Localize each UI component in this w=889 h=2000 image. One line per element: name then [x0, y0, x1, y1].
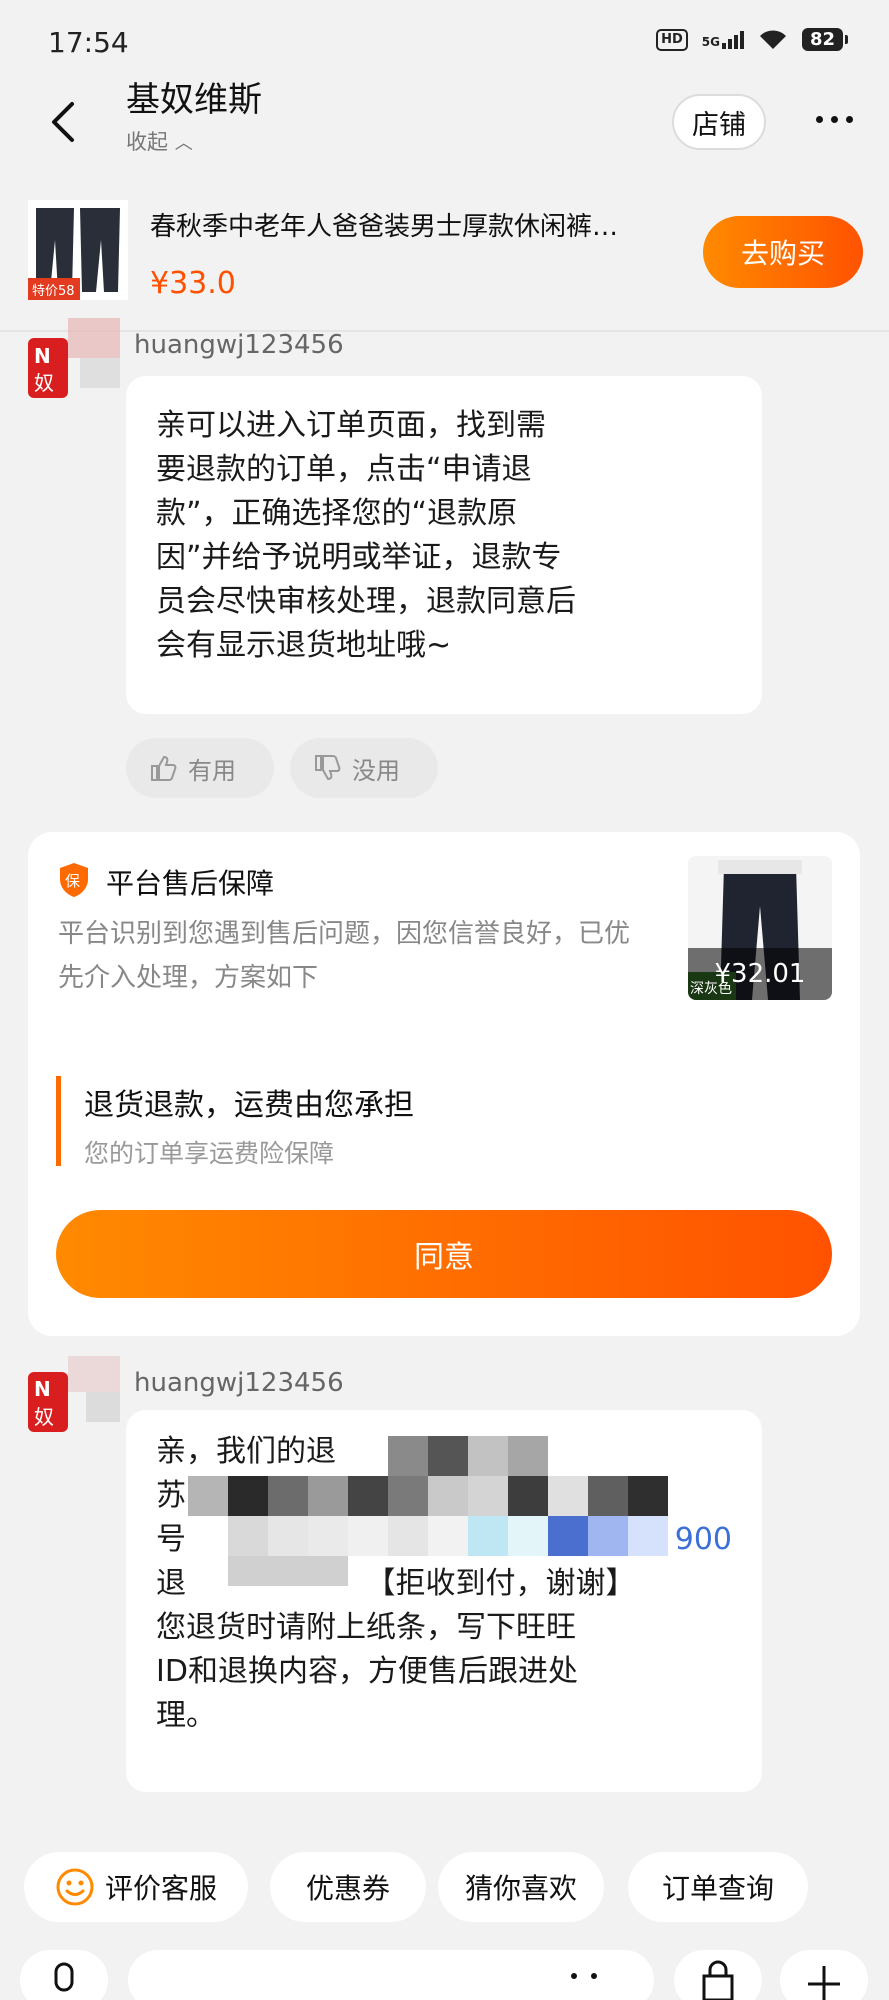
- quick-rate-service[interactable]: 评价客服: [24, 1852, 248, 1922]
- sender-name: huangwj123456: [134, 1368, 344, 1398]
- more-icon[interactable]: [816, 116, 853, 123]
- message-line: 要退款的订单，点击“申请退: [156, 452, 532, 487]
- quick-recommend[interactable]: 猜你喜欢: [438, 1852, 604, 1922]
- battery-icon: 82: [801, 28, 849, 51]
- message-line: 因”并给予说明或举证，退款专: [156, 540, 562, 575]
- svg-text:保: 保: [65, 872, 80, 890]
- message-line: 会有显示退货地址哦~: [156, 628, 452, 663]
- quick-label: 猜你喜欢: [464, 1872, 577, 1905]
- smile-icon: [56, 1868, 94, 1906]
- plus-icon: [808, 1966, 840, 2000]
- message-fragment: 号: [156, 1522, 186, 1557]
- buy-button[interactable]: 去购买: [703, 216, 863, 288]
- quick-label: 订单查询: [661, 1872, 774, 1905]
- item-tag: 深灰色: [690, 981, 732, 997]
- shield-icon: 保: [60, 863, 88, 897]
- card-title: 平台售后保障: [106, 867, 275, 900]
- voice-button[interactable]: [20, 1950, 108, 2000]
- collapse-toggle[interactable]: 收起 ︿: [126, 126, 193, 156]
- cart-button[interactable]: [674, 1950, 762, 2000]
- quick-coupons[interactable]: 优惠券: [270, 1852, 426, 1922]
- sender-name: huangwj123456: [134, 330, 344, 360]
- plus-button[interactable]: [780, 1950, 868, 2000]
- svg-text:N: N: [34, 344, 51, 368]
- message-input[interactable]: [128, 1950, 654, 2000]
- useful-label: 有用: [188, 756, 236, 785]
- message-fragment: 退: [156, 1566, 186, 1601]
- plan-subtitle: 您的订单享运费险保障: [84, 1139, 335, 1168]
- svg-text:奴: 奴: [34, 1405, 54, 1429]
- avatar[interactable]: N 奴: [28, 1356, 120, 1432]
- bag-icon: [702, 1960, 734, 2000]
- product-name[interactable]: 春秋季中老年人爸爸装男士厚款休闲裤…: [150, 206, 710, 243]
- thumbs-up-icon: [151, 755, 177, 781]
- avatar[interactable]: N 奴: [28, 318, 120, 398]
- message-line: ID和退换内容，方便售后跟进处: [156, 1654, 578, 1689]
- hd-icon: HD: [656, 28, 688, 51]
- item-image[interactable]: ¥32.01 深灰色: [688, 856, 832, 1000]
- chevron-up-icon: ︿: [174, 133, 193, 154]
- thumb-badge: 特价58: [32, 284, 75, 299]
- message-bubble: 亲可以进入订单页面，找到需 要退款的订单，点击“申请退 款”，正确选择您的“退款…: [126, 376, 762, 714]
- thumbs-down-icon: [315, 755, 341, 781]
- redaction-mosaic: [188, 1436, 708, 1586]
- svg-text:N: N: [34, 1377, 51, 1401]
- network-label: 5G: [701, 34, 720, 49]
- message-line: 员会尽快审核处理，退款同意后: [156, 584, 576, 619]
- collapse-label: 收起: [126, 130, 168, 154]
- svg-text:奴: 奴: [34, 371, 54, 395]
- status-icons: HD 5G 82: [656, 28, 849, 51]
- product-thumbnail[interactable]: 特价58: [28, 200, 128, 300]
- product-price: ¥33.0: [150, 266, 236, 301]
- shop-name: 基奴维斯: [126, 80, 262, 120]
- message-line: 款”，正确选择您的“退款原: [156, 496, 518, 531]
- useless-button[interactable]: 没用: [290, 738, 438, 798]
- message-line: 亲可以进入订单页面，找到需: [156, 408, 546, 443]
- signal-icon: 5G: [701, 30, 744, 49]
- quick-order-query[interactable]: 订单查询: [628, 1852, 808, 1922]
- message-line: 您退货时请附上纸条，写下旺旺: [156, 1610, 576, 1645]
- useful-button[interactable]: 有用: [126, 738, 274, 798]
- status-time: 17:54: [48, 26, 129, 59]
- store-button[interactable]: 店铺: [672, 94, 766, 150]
- quick-label: 优惠券: [305, 1872, 390, 1905]
- quick-label: 评价客服: [104, 1872, 217, 1905]
- microphone-icon: [54, 1962, 74, 1992]
- useless-label: 没用: [352, 756, 400, 785]
- back-icon[interactable]: [48, 100, 82, 144]
- emoji-icon: [571, 1973, 597, 1979]
- plan-accent-bar: [56, 1076, 61, 1166]
- plan-title: 退货退款，运费由您承担: [84, 1088, 414, 1123]
- wifi-icon: [759, 29, 786, 49]
- message-line: 理。: [156, 1698, 216, 1733]
- agree-button[interactable]: 同意: [56, 1210, 832, 1298]
- card-description: 平台识别到您遇到售后问题，因您信誉良好，已优先介入处理，方案如下: [58, 919, 631, 993]
